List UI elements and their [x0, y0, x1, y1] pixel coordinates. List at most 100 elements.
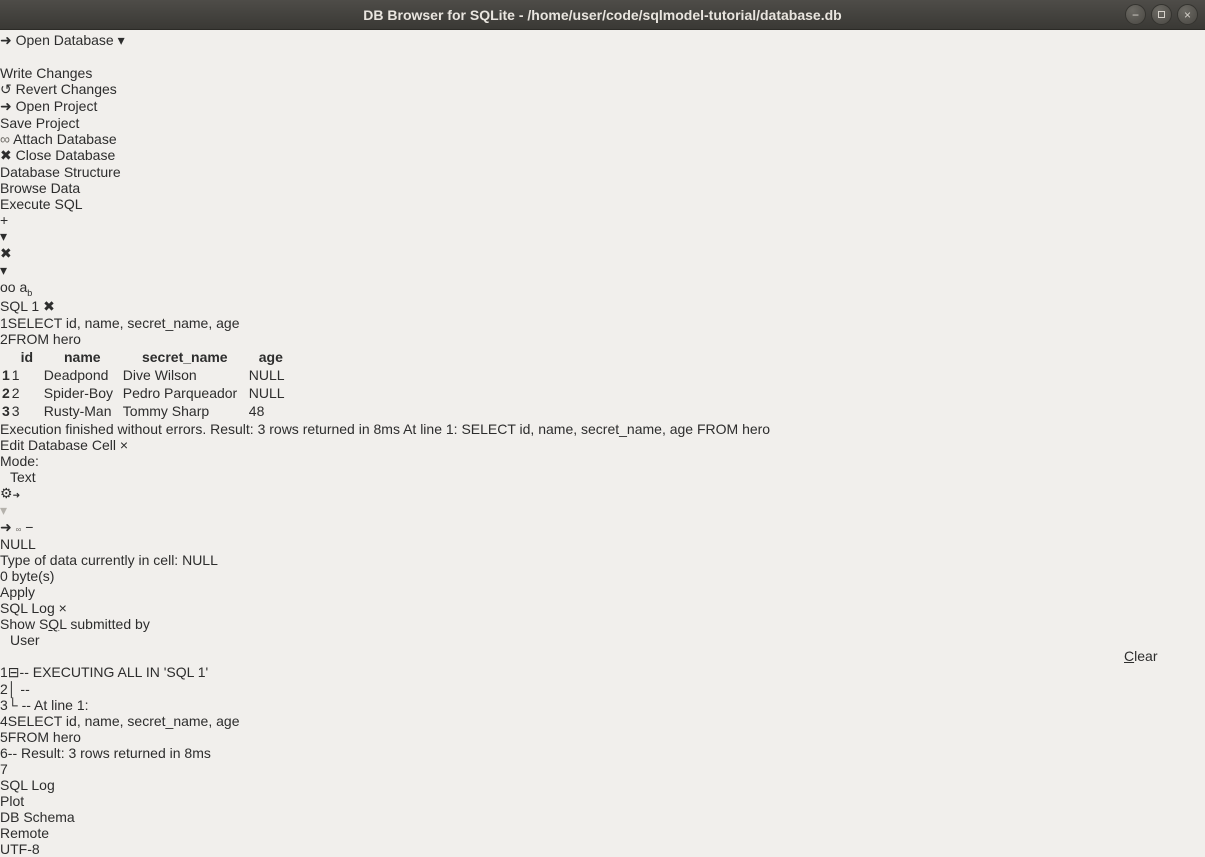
column-header-age[interactable]: age	[249, 349, 293, 365]
save-results-icon[interactable]: ▾	[0, 262, 1205, 279]
mode-row: Mode: Text ⚙➜	[0, 453, 1205, 502]
execution-message: Execution finished without errors. Resul…	[0, 421, 1205, 437]
tab-database-structure[interactable]: Database Structure	[0, 164, 1205, 180]
results-table[interactable]: idnamesecret_nameage11DeadpondDive Wilso…	[0, 347, 295, 421]
row-header[interactable]: 3	[2, 403, 10, 419]
row-header[interactable]: 1	[2, 367, 10, 383]
table-cell[interactable]: Deadpond	[44, 367, 121, 383]
edit-cell-dock-title: Edit Database Cell ×	[0, 437, 1205, 453]
code-line: 1⊟-- EXECUTING ALL IN 'SQL 1'	[0, 664, 1205, 681]
table-cell[interactable]: NULL	[249, 385, 293, 401]
dock-tab-remote[interactable]: Remote	[0, 825, 1205, 841]
log-filter-select[interactable]: User	[10, 632, 114, 648]
open-project-button[interactable]: ➜ Open Project	[0, 98, 1205, 115]
column-header-secret_name[interactable]: secret_name	[123, 349, 247, 365]
edit-cell-title: Edit Database Cell	[0, 437, 116, 453]
dock-tab-db-schema[interactable]: DB Schema	[0, 809, 1205, 825]
column-header-name[interactable]: name	[44, 349, 121, 365]
code-line: 2│ --	[0, 681, 1205, 697]
sql-tab-close-icon[interactable]: ✖	[43, 298, 55, 314]
stop-execution-icon: ✖	[0, 245, 12, 261]
cell-size-info: 0 byte(s)	[0, 568, 1205, 584]
open-database-icon: ➜	[0, 32, 12, 48]
table-cell[interactable]: Pedro Parqueador	[123, 385, 247, 401]
right-dock: Edit Database Cell × Mode: Text ⚙➜ ▾ ➜ ∞…	[0, 437, 1205, 841]
table-row[interactable]: 22Spider-BoyPedro ParqueadorNULL	[2, 385, 293, 401]
code-line: 4SELECT id, name, secret_name, age	[0, 713, 1205, 729]
copy-link-icon[interactable]: ∞	[16, 519, 22, 535]
find-icon[interactable]: oo	[0, 279, 16, 295]
table-cell[interactable]: 1	[12, 367, 42, 383]
attach-database-icon: ∞	[0, 131, 10, 147]
sql-log-view[interactable]: 1⊟-- EXECUTING ALL IN 'SQL 1'2│ --3└ -- …	[0, 664, 1205, 777]
table-cell[interactable]: Spider-Boy	[44, 385, 121, 401]
close-dock-icon[interactable]: ×	[59, 600, 67, 616]
open-database-button[interactable]: ➜ Open Database ▾	[0, 32, 1205, 49]
row-header[interactable]: 2	[2, 385, 10, 401]
sql-log-dock-title: SQL Log ×	[0, 600, 1205, 616]
save-project-button[interactable]: Save Project	[0, 115, 1205, 131]
tab-execute-sql[interactable]: Execute SQL	[0, 196, 1205, 212]
sql-tab-label: SQL 1	[0, 298, 39, 314]
close-database-button[interactable]: ✖ Close Database	[0, 147, 1205, 164]
open-external-icon[interactable]: ➜	[0, 519, 12, 535]
code-line: 6-- Result: 3 rows returned in 8ms	[0, 745, 1205, 761]
dock-tab-plot[interactable]: Plot	[0, 793, 1205, 809]
title-bar: DB Browser for SQLite - /home/user/code/…	[0, 0, 1205, 30]
status-bar: UTF-8	[0, 841, 1205, 857]
open-project-icon: ➜	[0, 98, 12, 114]
replace-icon[interactable]: ab	[19, 279, 32, 295]
dock-tab-bar: SQL Log Plot DB Schema Remote	[0, 777, 1205, 841]
main-tab-bar: Database Structure Browse Data Execute S…	[0, 164, 1205, 212]
tab-browse-data[interactable]: Browse Data	[0, 180, 1205, 196]
sql-tab[interactable]: SQL 1 ✖	[0, 298, 1205, 315]
attach-database-button[interactable]: ∞ Attach Database	[0, 131, 1205, 147]
table-cell[interactable]: Tommy Sharp	[123, 403, 247, 419]
code-line: 1SELECT id, name, secret_name, age	[0, 315, 1205, 331]
table-cell[interactable]: Dive Wilson	[123, 367, 247, 383]
table-row[interactable]: 33Rusty-ManTommy Sharp48	[2, 403, 293, 419]
table-cell[interactable]: 3	[12, 403, 42, 419]
set-null-icon: −	[25, 519, 33, 535]
table-cell[interactable]: 2	[12, 385, 42, 401]
close-database-icon: ✖	[0, 147, 12, 163]
column-header-id[interactable]: id	[12, 349, 42, 365]
write-changes-button: Write Changes	[0, 65, 1205, 81]
cell-editor-toolbar: ▾ ➜ ∞ −	[0, 502, 1205, 536]
save-sql-file-icon[interactable]: ▾	[0, 228, 1205, 245]
code-line: 2FROM hero	[0, 331, 1205, 347]
table-cell[interactable]: Rusty-Man	[44, 403, 121, 419]
dock-tab-sql-log[interactable]: SQL Log	[0, 777, 1205, 793]
cell-value: NULL	[0, 536, 36, 552]
close-dock-icon[interactable]: ×	[120, 437, 128, 453]
sql-toolbar: + ▾ ✖ ▾ oo ab	[0, 212, 1205, 298]
mode-select[interactable]: Text	[10, 469, 98, 485]
main-toolbar: + New Database ➜ Open Database ▾ Write C…	[0, 16, 1205, 164]
auto-switch-mode-button[interactable]: ⚙➜	[0, 485, 1205, 502]
open-sql-tab-icon[interactable]: +	[0, 212, 8, 228]
table-row[interactable]: 11DeadpondDive WilsonNULL	[2, 367, 293, 383]
cell-type-info: Type of data currently in cell: NULL	[0, 552, 1205, 568]
open-database-dropdown-arrow[interactable]: ▾	[118, 32, 125, 48]
table-cell[interactable]: 48	[249, 403, 293, 419]
close-button[interactable]: ×	[1177, 4, 1198, 25]
window-title: DB Browser for SQLite - /home/user/code/…	[363, 7, 841, 23]
clear-log-button[interactable]: Clear	[1124, 648, 1205, 664]
results-grid: idnamesecret_nameage11DeadpondDive Wilso…	[0, 347, 1205, 421]
apply-button: Apply	[0, 584, 1205, 600]
import-data-icon: ▾	[0, 502, 1205, 519]
window-controls: − ×	[1125, 4, 1198, 25]
log-filter-row: Show SQL submitted by User Clear	[0, 616, 1205, 664]
code-line: 5FROM hero	[0, 729, 1205, 745]
code-line: 3└ -- At line 1:	[0, 697, 1205, 713]
minimize-button[interactable]: −	[1125, 4, 1146, 25]
corner-header[interactable]	[2, 349, 10, 365]
sql-log-title: SQL Log	[0, 600, 55, 616]
encoding-indicator[interactable]: UTF-8	[0, 841, 40, 857]
maximize-button[interactable]	[1151, 4, 1172, 25]
log-filter-label: Show SQL submitted by	[0, 616, 150, 632]
cell-editor[interactable]: NULL	[0, 536, 1205, 552]
sql-editor[interactable]: 1SELECT id, name, secret_name, age2FROM …	[0, 315, 1205, 347]
table-cell[interactable]: NULL	[249, 367, 293, 383]
maximize-icon	[1158, 11, 1165, 18]
